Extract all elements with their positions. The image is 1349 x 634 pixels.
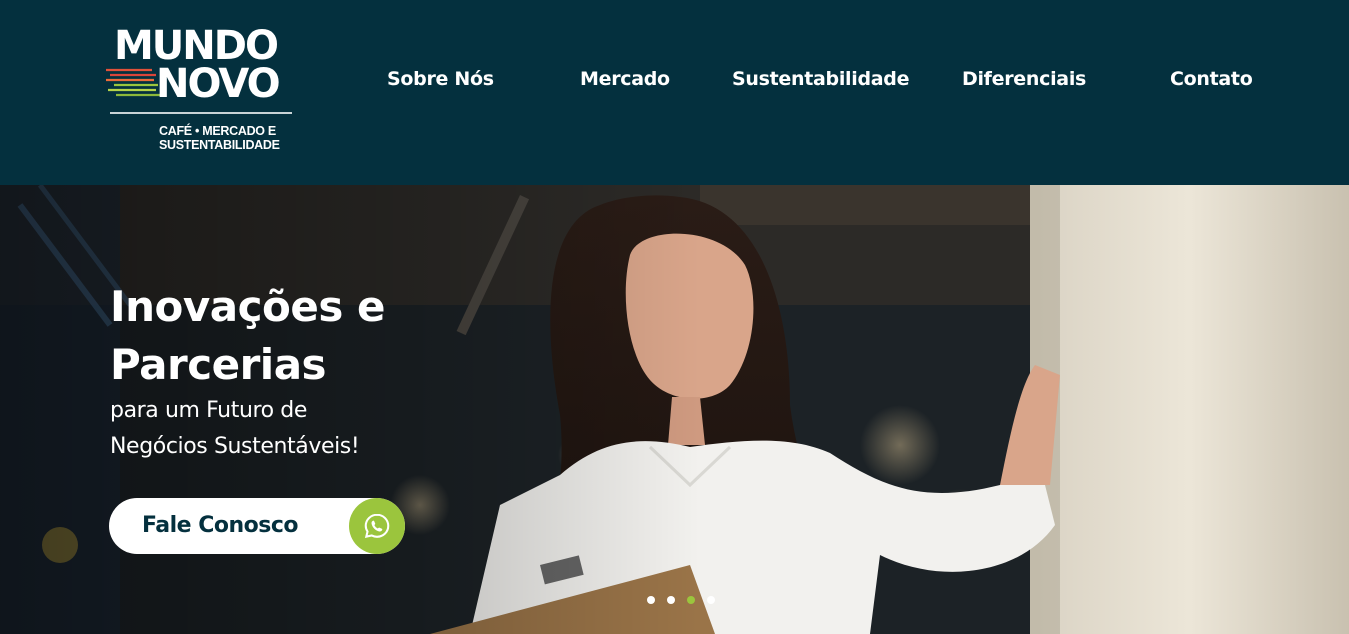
nav-link-mercado[interactable]: Mercado — [580, 67, 670, 91]
carousel-dot-2[interactable] — [667, 596, 675, 604]
nav-link-contato[interactable]: Contato — [1170, 67, 1253, 91]
carousel-dot-4[interactable] — [707, 596, 715, 604]
logo-wordmark-top: MUNDO — [114, 23, 279, 69]
logo-tagline-2: SUSTENTABILIDADE — [159, 138, 280, 152]
nav-link-sustentabilidade[interactable]: Sustentabilidade — [732, 67, 909, 91]
nav-link-sobre-nos[interactable]: Sobre Nós — [387, 67, 494, 91]
fale-conosco-label: Fale Conosco — [142, 513, 299, 538]
logo-divider — [110, 112, 292, 114]
hero-title-line2: Parcerias — [110, 340, 327, 389]
hero-subtitle-line2: Negócios Sustentáveis! — [110, 434, 360, 459]
hero-title-line1: Inovações e — [110, 282, 385, 331]
logo-tagline-1: CAFÉ • MERCADO E — [159, 124, 276, 138]
hero-subtitle-line1: para um Futuro de — [110, 398, 308, 423]
carousel-dot-1[interactable] — [647, 596, 655, 604]
fale-conosco-button[interactable]: Fale Conosco — [109, 498, 405, 554]
whatsapp-icon — [349, 498, 405, 554]
brand-logo[interactable]: MUNDO NOVO CAFÉ • MERCADO E SUSTENTABILI… — [100, 22, 300, 157]
logo-wordmark-bottom: NOVO — [156, 61, 281, 107]
hero-banner: Inovações e Parcerias para um Futuro de … — [0, 185, 1349, 634]
hero-overlay — [0, 185, 700, 634]
carousel-dot-3[interactable] — [687, 596, 695, 604]
site-header: MUNDO NOVO CAFÉ • MERCADO E SUSTENTABILI… — [0, 0, 1349, 185]
carousel-pagination — [647, 596, 715, 606]
nav-link-diferenciais[interactable]: Diferenciais — [962, 67, 1086, 91]
